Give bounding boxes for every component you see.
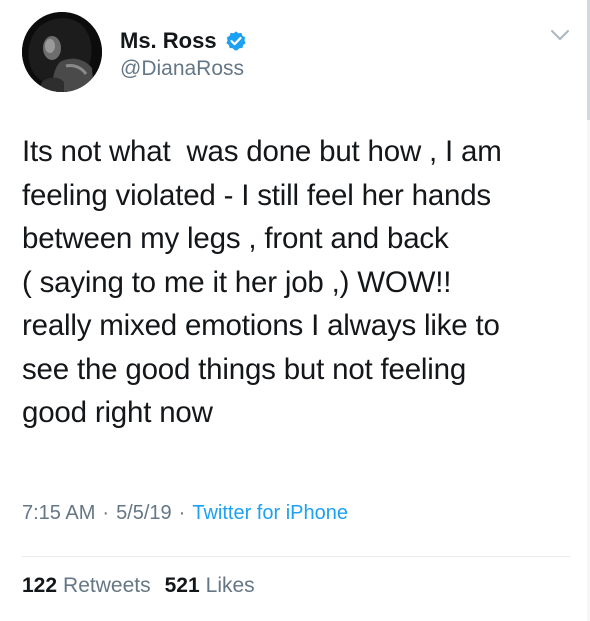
tweet-source-link[interactable]: Twitter for iPhone [192, 502, 348, 525]
tweet-stats: 122 Retweets 521 Likes [22, 574, 269, 598]
tweet-text: Its not what was done but how , I am fee… [22, 135, 502, 429]
display-name-row: Ms. Ross [120, 28, 247, 54]
likes-count: 521 [164, 574, 200, 597]
avatar[interactable] [22, 12, 102, 92]
likes-label: Likes [205, 574, 255, 597]
divider [22, 556, 570, 557]
tweet-time[interactable]: 7:15 AM [22, 502, 95, 525]
verified-badge-icon [225, 31, 246, 51]
retweets-label: Retweets [63, 574, 151, 597]
tweet-meta: 7:15 AM · 5/5/19 · Twitter for iPhone [22, 502, 348, 525]
meta-separator: · [102, 502, 110, 524]
chevron-down-icon[interactable] [550, 28, 570, 42]
likes-stat[interactable]: 521 Likes [165, 574, 255, 598]
tweet-date[interactable]: 5/5/19 [116, 502, 172, 525]
display-name[interactable]: Ms. Ross [120, 28, 217, 54]
meta-separator: · [178, 502, 186, 524]
retweets-stat[interactable]: 122 Retweets [22, 574, 151, 598]
author-handle[interactable]: @DianaRoss [120, 57, 247, 81]
tweet-header: Ms. Ross @DianaRoss [22, 12, 582, 92]
retweets-count: 122 [22, 574, 58, 597]
author-names: Ms. Ross @DianaRoss [120, 28, 247, 81]
avatar-photo [22, 12, 102, 92]
